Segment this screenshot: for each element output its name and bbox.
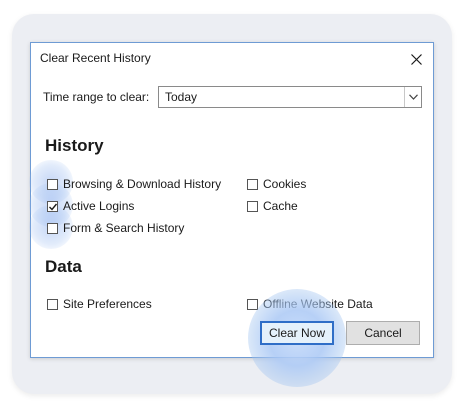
checkbox-cookies[interactable]: Cookies xyxy=(247,176,306,192)
checkbox-label: Cookies xyxy=(263,177,307,191)
checkbox-box[interactable] xyxy=(247,178,258,190)
checkbox-label: Cache xyxy=(263,199,298,213)
time-range-label: Time range to clear: xyxy=(43,90,150,104)
clear-history-dialog: Clear Recent History Time range to clear… xyxy=(29,42,434,387)
checkbox-box[interactable] xyxy=(247,200,258,212)
check-icon xyxy=(49,203,58,211)
checkbox-site-preferences[interactable]: Site Preferences xyxy=(47,296,152,312)
time-range-row: Time range to clear: Today xyxy=(43,86,423,108)
checkbox-offline-website-data[interactable]: Offline Website Data xyxy=(247,296,373,312)
checkbox-box[interactable] xyxy=(47,298,58,310)
cancel-button[interactable]: Cancel xyxy=(346,321,420,345)
close-icon xyxy=(410,53,422,65)
checkbox-box[interactable] xyxy=(47,178,58,190)
clear-now-button[interactable]: Clear Now xyxy=(260,321,334,345)
dialog-title: Clear Recent History xyxy=(40,51,151,65)
checkbox-box[interactable] xyxy=(47,222,58,234)
time-range-select[interactable]: Today xyxy=(158,86,422,108)
checkbox-box[interactable] xyxy=(247,298,258,310)
checkbox-label: Offline Website Data xyxy=(263,297,373,311)
chevron-down-icon xyxy=(404,87,421,107)
checkbox-browsing-download-history[interactable]: Browsing & Download History xyxy=(47,176,221,192)
checkbox-active-logins[interactable]: Active Logins xyxy=(47,198,134,214)
checkbox-label: Browsing & Download History xyxy=(63,177,222,191)
history-heading: History xyxy=(45,136,104,155)
checkbox-label: Site Preferences xyxy=(63,297,152,311)
close-button[interactable] xyxy=(403,47,429,71)
checkbox-form-search-history[interactable]: Form & Search History xyxy=(47,220,184,236)
checkbox-label: Form & Search History xyxy=(63,221,185,235)
dialog-titlebar: Clear Recent History xyxy=(31,43,433,75)
checkbox-label: Active Logins xyxy=(63,199,135,213)
time-range-value: Today xyxy=(165,90,198,104)
data-heading: Data xyxy=(45,257,82,276)
checkbox-cache[interactable]: Cache xyxy=(247,198,298,214)
checkbox-box[interactable] xyxy=(47,200,58,212)
